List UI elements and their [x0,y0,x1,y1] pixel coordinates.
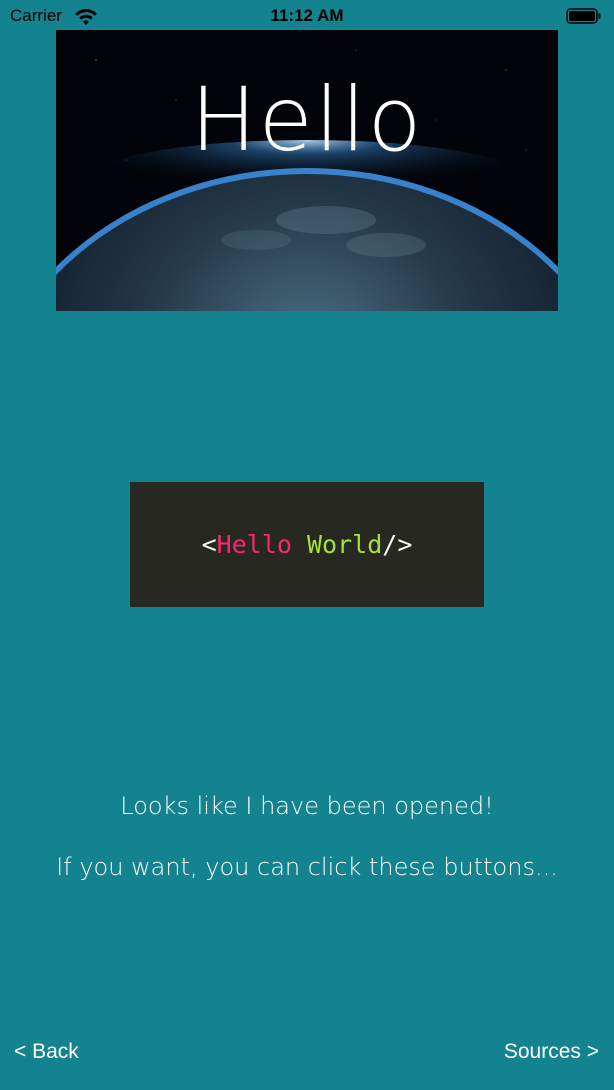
hero-image: Hello [56,30,558,311]
code-close-bracket: /> [382,530,413,559]
sources-button[interactable]: Sources > [504,1040,599,1064]
status-time: 11:12 AM [270,6,344,25]
buttons-hint-message: If you want, you can click these buttons… [56,853,558,881]
back-button[interactable]: < Back [14,1040,79,1064]
code-open-bracket: < [201,530,217,559]
code-word-world: World [307,530,383,559]
status-bar: Carrier 11:12 AM [0,0,614,32]
battery-icon [566,8,602,24]
code-word-hello: Hello [216,530,292,559]
hero-title: Hello [190,68,424,171]
code-snippet: < Hello World/> [130,482,484,607]
opened-message: Looks like I have been opened! [120,792,494,820]
